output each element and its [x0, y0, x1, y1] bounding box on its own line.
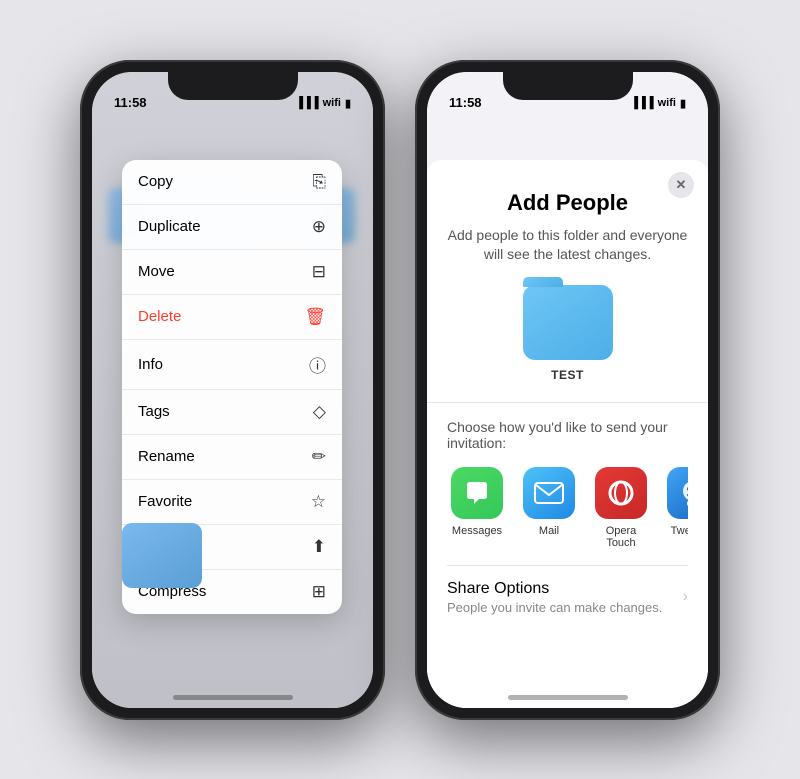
share-icon: ⬆	[312, 537, 326, 557]
add-people-sheet: ✕ Add People Add people to this folder a…	[427, 160, 708, 708]
menu-label-info: Info	[138, 356, 163, 373]
share-section: Choose how you'd like to send your invit…	[447, 403, 688, 565]
status-icons-2: ▐▐▐ wifi ▮	[630, 97, 686, 110]
status-icons-1: ▐▐▐ wifi ▮	[295, 97, 351, 110]
share-app-mail[interactable]: Mail	[519, 467, 579, 549]
menu-label-delete: Delete	[138, 308, 181, 325]
battery-icon-1: ▮	[345, 97, 351, 110]
tweetbot-label: Tweetbot	[671, 525, 688, 537]
sheet-title: Add People	[447, 190, 688, 216]
menu-item-tags[interactable]: Tags ◇	[122, 390, 342, 435]
status-time-2: 11:58	[449, 95, 482, 110]
menu-item-rename[interactable]: Rename ✏	[122, 435, 342, 480]
menu-label-tags: Tags	[138, 403, 170, 420]
menu-item-duplicate[interactable]: Duplicate ⊕	[122, 205, 342, 250]
chevron-right-icon: ›	[683, 588, 688, 606]
menu-item-move[interactable]: Move ⊟	[122, 250, 342, 295]
copy-icon: ⎘	[312, 172, 326, 192]
share-apps-row: Messages Mail	[447, 467, 688, 549]
notch-1	[168, 72, 298, 100]
info-icon: ⓘ	[309, 352, 326, 377]
status-time-1: 11:58	[114, 95, 147, 110]
duplicate-icon: ⊕	[312, 217, 326, 237]
mail-label: Mail	[539, 525, 559, 537]
folder-name: TEST	[551, 368, 584, 382]
phone-1: 11:58 ▐▐▐ wifi ▮ ‹ Search Copy ⎘	[80, 60, 385, 720]
messages-svg	[463, 479, 491, 507]
share-app-opera[interactable]: Opera Touch	[591, 467, 651, 549]
menu-label-copy: Copy	[138, 173, 173, 190]
signal-icon-1: ▐▐▐	[295, 97, 318, 109]
menu-item-delete[interactable]: Delete 🗑	[122, 295, 342, 340]
close-icon: ✕	[676, 177, 687, 193]
messages-label: Messages	[452, 525, 502, 537]
tags-icon: ◇	[313, 402, 326, 422]
share-app-messages[interactable]: Messages	[447, 467, 507, 549]
favorite-icon: ☆	[311, 492, 326, 512]
menu-label-move: Move	[138, 263, 175, 280]
wifi-icon-2: wifi	[658, 97, 676, 109]
mail-svg	[534, 482, 564, 504]
battery-icon-2: ▮	[680, 97, 686, 110]
opera-touch-icon	[595, 467, 647, 519]
folder-icon-large	[523, 285, 613, 360]
share-prompt: Choose how you'd like to send your invit…	[447, 419, 688, 451]
close-button[interactable]: ✕	[668, 172, 694, 198]
wifi-icon-1: wifi	[323, 97, 341, 109]
share-app-tweetbot[interactable]: Tweetbot	[663, 467, 688, 549]
home-indicator-1	[173, 695, 293, 700]
menu-label-rename: Rename	[138, 448, 195, 465]
phone-2-screen: 11:58 ▐▐▐ wifi ▮ ‹ Search ✕ Add People A…	[427, 72, 708, 708]
opera-svg	[606, 478, 636, 508]
notch-2	[503, 72, 633, 100]
menu-item-favorite[interactable]: Favorite ☆	[122, 480, 342, 525]
rename-icon: ✏	[312, 447, 326, 467]
menu-item-info[interactable]: Info ⓘ	[122, 340, 342, 390]
share-options-title: Share Options	[447, 580, 662, 598]
signal-icon-2: ▐▐▐	[630, 97, 653, 109]
share-options-sub: People you invite can make changes.	[447, 600, 662, 615]
messages-icon	[451, 467, 503, 519]
folder-preview: TEST	[447, 285, 688, 382]
home-indicator-2	[508, 695, 628, 700]
phone-1-screen: 11:58 ▐▐▐ wifi ▮ ‹ Search Copy ⎘	[92, 72, 373, 708]
share-options-row[interactable]: Share Options People you invite can make…	[447, 565, 688, 629]
mail-icon	[523, 467, 575, 519]
move-icon: ⊟	[312, 262, 326, 282]
opera-label: Opera Touch	[591, 525, 651, 549]
tweetbot-svg	[677, 479, 688, 507]
sheet-subtitle: Add people to this folder and everyone w…	[447, 226, 688, 265]
compress-icon: ⊞	[312, 582, 326, 602]
folder-bottom	[122, 523, 202, 588]
menu-label-duplicate: Duplicate	[138, 218, 201, 235]
menu-item-copy[interactable]: Copy ⎘	[122, 160, 342, 205]
phone-2: 11:58 ▐▐▐ wifi ▮ ‹ Search ✕ Add People A…	[415, 60, 720, 720]
share-options-text: Share Options People you invite can make…	[447, 580, 662, 615]
menu-label-favorite: Favorite	[138, 493, 192, 510]
delete-icon: 🗑	[304, 307, 326, 327]
tweetbot-icon	[667, 467, 688, 519]
